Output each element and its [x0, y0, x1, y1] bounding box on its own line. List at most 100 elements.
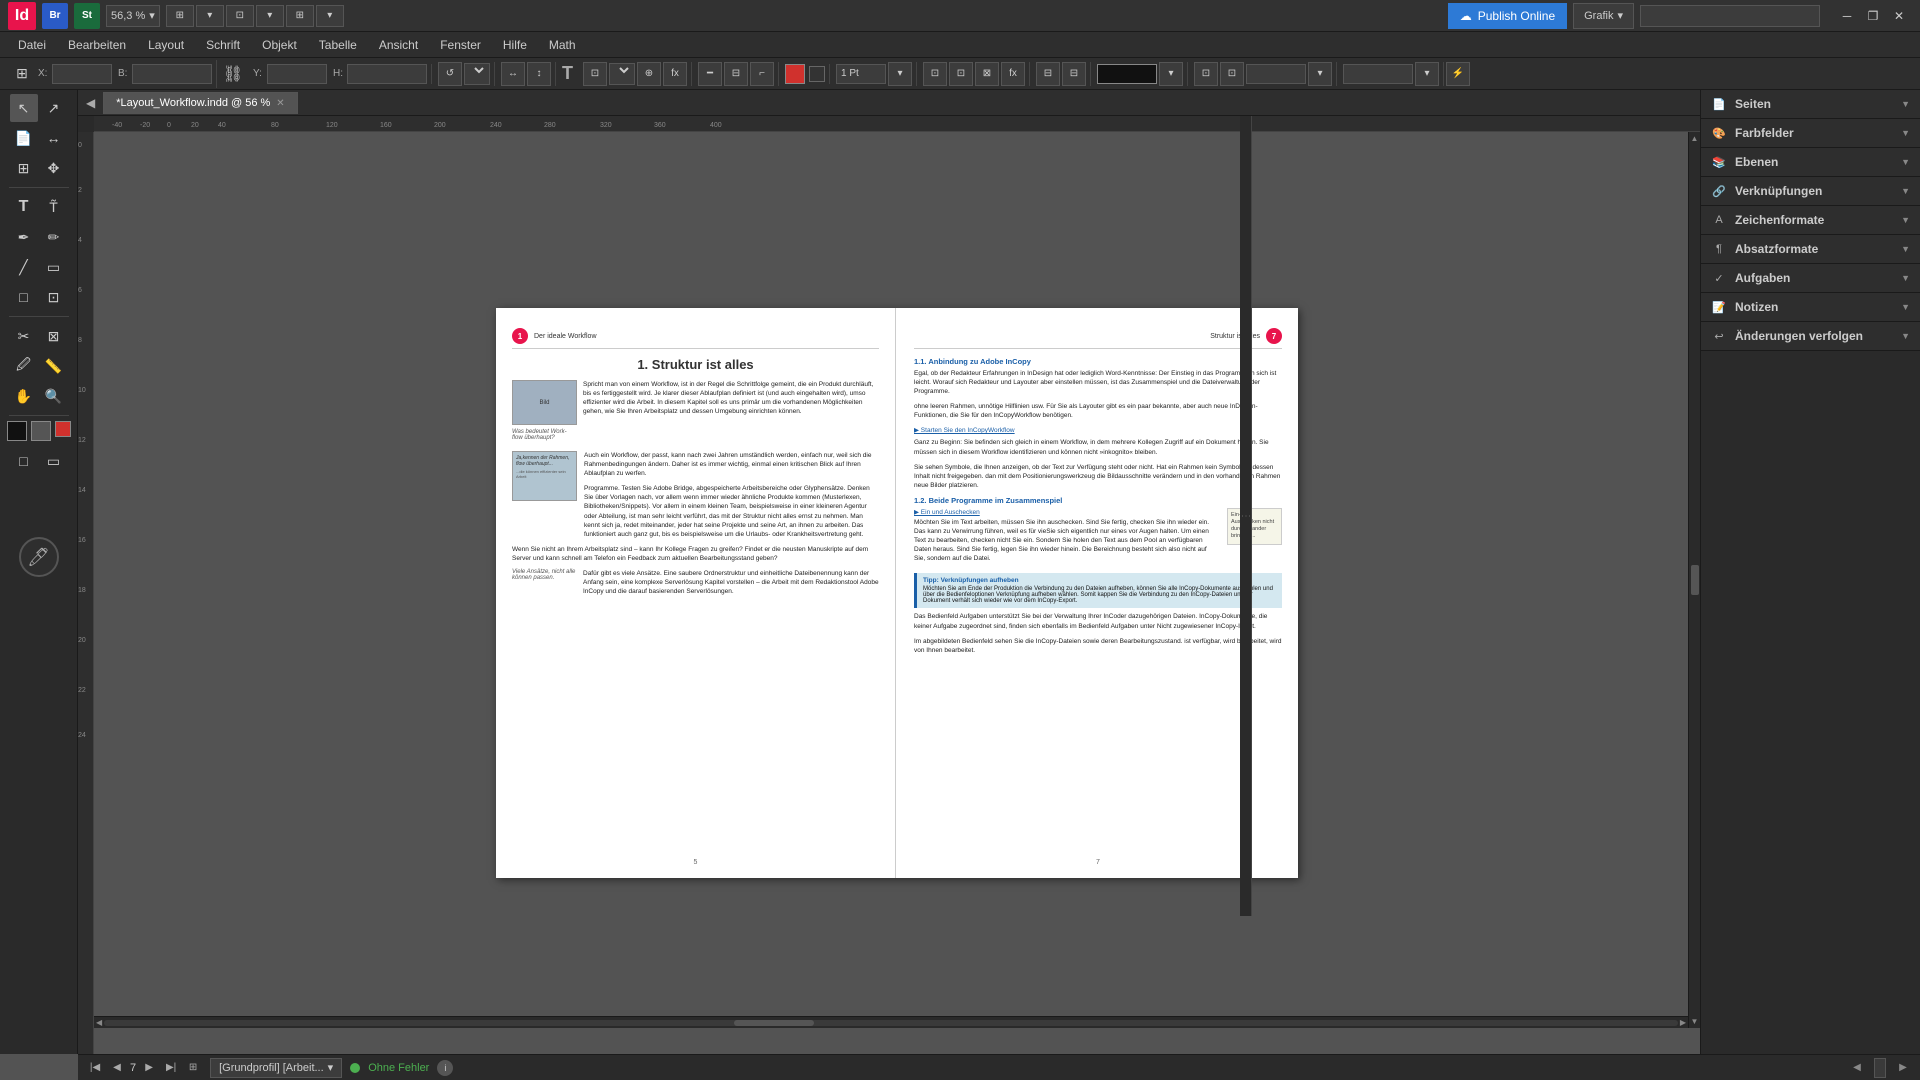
- seiten-collapse-arrow[interactable]: ▼: [1901, 99, 1910, 109]
- aenderungen-collapse-arrow[interactable]: ▼: [1901, 331, 1910, 341]
- menu-objekt[interactable]: Objekt: [252, 35, 307, 55]
- rotate-select[interactable]: [464, 63, 490, 85]
- menu-layout[interactable]: Layout: [138, 35, 194, 55]
- maximize-button[interactable]: ❐: [1860, 5, 1886, 27]
- prev-page-btn[interactable]: ◀: [108, 1059, 126, 1077]
- verknuepfungen-collapse-arrow[interactable]: ▼: [1901, 186, 1910, 196]
- search-input[interactable]: [1640, 5, 1820, 27]
- stroke-weight-input[interactable]: [836, 64, 886, 84]
- panel-aufgaben-header[interactable]: ✓ Aufgaben ▼: [1701, 264, 1920, 292]
- y-input[interactable]: [267, 64, 327, 84]
- check-in-link[interactable]: ▶ Ein und Auschecken: [914, 508, 1219, 516]
- stroke-tool[interactable]: [31, 421, 51, 441]
- frame-fit3-btn[interactable]: ⊠: [975, 62, 999, 86]
- frame-fit2-btn[interactable]: ⊡: [949, 62, 973, 86]
- view-btn-5[interactable]: ⊞: [286, 5, 314, 27]
- mm-input[interactable]: 4,233 mm: [1343, 64, 1413, 84]
- view-btn-2[interactable]: ▾: [196, 5, 224, 27]
- menu-hilfe[interactable]: Hilfe: [493, 35, 537, 55]
- panel-zeichenformate-header[interactable]: A Zeichenformate ▼: [1701, 206, 1920, 234]
- content-tool[interactable]: ⊞: [10, 154, 38, 182]
- menu-schrift[interactable]: Schrift: [196, 35, 250, 55]
- scroll-up-btn[interactable]: ▲: [1691, 134, 1699, 143]
- hand-tool[interactable]: ✋: [10, 382, 38, 410]
- h-input[interactable]: [347, 64, 427, 84]
- h-scrollbar[interactable]: ◀ ▶: [94, 1016, 1688, 1028]
- flip-h-btn[interactable]: ↔: [501, 62, 525, 86]
- rectangle-tool[interactable]: □: [10, 283, 38, 311]
- pencil-tool[interactable]: ✏: [40, 223, 68, 251]
- rotate-ccw-btn[interactable]: ↺: [438, 62, 462, 86]
- next-page-btn[interactable]: ▶: [140, 1059, 158, 1077]
- x-input[interactable]: [52, 64, 112, 84]
- absatzformate-collapse-arrow[interactable]: ▼: [1901, 244, 1910, 254]
- zoom-selector[interactable]: 56,3 % ▾: [106, 5, 160, 27]
- gap-tool[interactable]: ↔: [40, 124, 68, 152]
- page-tool[interactable]: 📄: [10, 124, 38, 152]
- flip-v-btn[interactable]: ↕: [527, 62, 551, 86]
- panel-verknuepfungen-header[interactable]: 🔗 Verknüpfungen ▼: [1701, 177, 1920, 205]
- tab-close-btn[interactable]: ✕: [276, 98, 284, 109]
- minimize-button[interactable]: ─: [1834, 5, 1860, 27]
- type-on-path-tool[interactable]: T̃: [40, 193, 68, 221]
- zoom-arrow[interactable]: ▾: [1308, 62, 1332, 86]
- ebenen-collapse-arrow[interactable]: ▼: [1901, 157, 1910, 167]
- menu-math[interactable]: Math: [539, 35, 586, 55]
- status-arrow-right[interactable]: ▶: [1894, 1059, 1912, 1077]
- zoom-pct-input[interactable]: [1246, 64, 1306, 84]
- profile-selector[interactable]: [Grundprofil] [Arbeit... ▾: [210, 1058, 342, 1078]
- free-transform-tool[interactable]: ⊠: [40, 322, 68, 350]
- status-resize[interactable]: [1874, 1058, 1886, 1078]
- fill-tool[interactable]: [7, 421, 27, 441]
- line-tool[interactable]: ╱: [10, 253, 38, 281]
- fill-color[interactable]: [785, 64, 805, 84]
- b-input[interactable]: [132, 64, 212, 84]
- menu-tabelle[interactable]: Tabelle: [309, 35, 367, 55]
- notizen-collapse-arrow[interactable]: ▼: [1901, 302, 1910, 312]
- v-scrollbar[interactable]: ▲ ▼: [1688, 132, 1700, 1028]
- status-arrow-left[interactable]: ◀: [1848, 1059, 1866, 1077]
- scroll-thumb[interactable]: [1691, 565, 1699, 595]
- stroke-color[interactable]: [809, 66, 825, 82]
- panel-absatzformate-header[interactable]: ¶ Absatzformate ▼: [1701, 235, 1920, 263]
- scroll-left-btn[interactable]: ◀: [96, 1018, 102, 1027]
- menu-ansicht[interactable]: Ansicht: [369, 35, 428, 55]
- image-frame-tool[interactable]: ⊡: [40, 283, 68, 311]
- type-tool[interactable]: T: [10, 193, 38, 221]
- frame-tool[interactable]: ▭: [40, 253, 68, 281]
- first-page-btn[interactable]: |◀: [86, 1059, 104, 1077]
- stroke-style-arrow[interactable]: ▾: [1159, 62, 1183, 86]
- content-grab-tool[interactable]: ✥: [40, 154, 68, 182]
- color-swatch[interactable]: [55, 421, 71, 437]
- stroke-weight-arrow[interactable]: ▾: [888, 62, 912, 86]
- last-page-btn[interactable]: ▶|: [162, 1059, 180, 1077]
- selection-tool[interactable]: ↖: [10, 94, 38, 122]
- frame-fit-btn[interactable]: ⊡: [923, 62, 947, 86]
- effect-btn[interactable]: fx: [663, 62, 687, 86]
- scroll-down-btn[interactable]: ▼: [1691, 1017, 1699, 1026]
- h-scroll-thumb[interactable]: [734, 1020, 814, 1026]
- preview-mode[interactable]: ▭: [40, 447, 68, 475]
- pen-tool[interactable]: ✒: [10, 223, 38, 251]
- scissors-tool[interactable]: ✂: [10, 322, 38, 350]
- menu-datei[interactable]: Datei: [8, 35, 56, 55]
- panel-aenderungen-header[interactable]: ↩ Änderungen verfolgen ▼: [1701, 322, 1920, 350]
- scale-select[interactable]: [609, 63, 635, 85]
- collapse-arrow[interactable]: ◀: [86, 96, 95, 110]
- scroll-right-btn[interactable]: ▶: [1680, 1018, 1686, 1027]
- aufgaben-collapse-arrow[interactable]: ▼: [1901, 273, 1910, 283]
- incopy-workflow-link[interactable]: ▶ Starten Sie den InCopyWorkflow: [914, 426, 1282, 434]
- stroke-style-preview[interactable]: [1097, 64, 1157, 84]
- menu-fenster[interactable]: Fenster: [430, 35, 491, 55]
- fit-btn[interactable]: ⊕: [637, 62, 661, 86]
- panel-notizen-header[interactable]: 📝 Notizen ▼: [1701, 293, 1920, 321]
- view-btn2[interactable]: ⊡: [1220, 62, 1244, 86]
- frame-fit4-btn[interactable]: fx: [1001, 62, 1025, 86]
- panel-ebenen-header[interactable]: 📚 Ebenen ▼: [1701, 148, 1920, 176]
- view-btn-3[interactable]: ⊡: [226, 5, 254, 27]
- zoom-tool[interactable]: 🔍: [40, 382, 68, 410]
- publish-online-button[interactable]: ☁ Publish Online: [1448, 3, 1567, 29]
- view-btn-1[interactable]: ⊞: [166, 5, 194, 27]
- lightning-btn[interactable]: ⚡: [1446, 62, 1470, 86]
- mm-arrow[interactable]: ▾: [1415, 62, 1439, 86]
